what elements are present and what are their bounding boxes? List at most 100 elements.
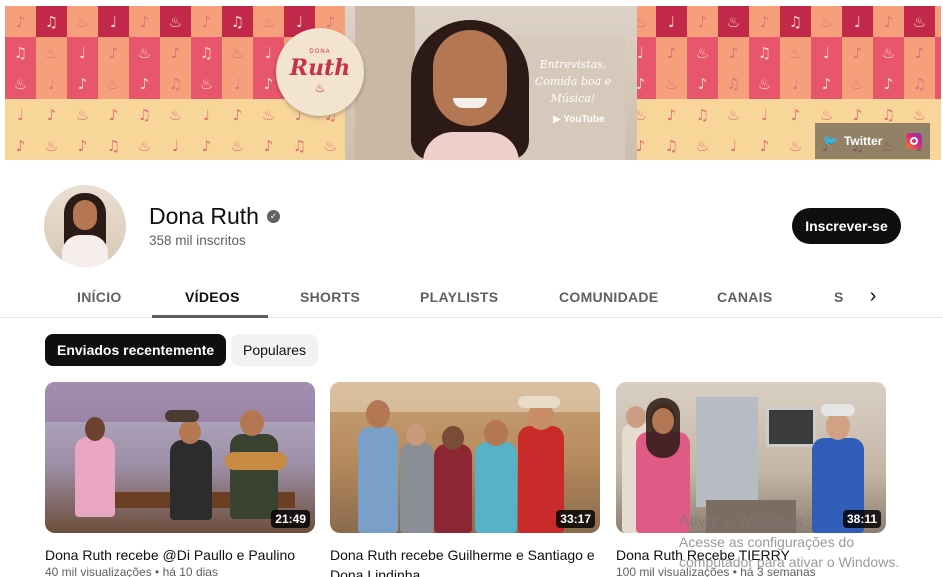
tab-playlists[interactable]: PLAYLISTS xyxy=(420,276,498,318)
banner-tile-icon: ♪ xyxy=(129,6,160,37)
banner-tile-icon: ♪ xyxy=(67,130,98,160)
banner-tile-icon: ♪ xyxy=(904,37,935,68)
banner-tile-icon: ♩ xyxy=(160,130,191,160)
logo-name-text: Ruth xyxy=(289,55,351,81)
video-meta: 40 mil visualizações • há 10 dias xyxy=(45,565,218,577)
banner-tile-icon: ♩ xyxy=(842,6,873,37)
banner-tile-icon: ♨ xyxy=(67,99,98,130)
banner-tagline: Entrevistas, Comida boa e Música! xyxy=(534,58,612,105)
banner-tile-icon: ♨ xyxy=(98,68,129,99)
banner-tile-icon: ♫ xyxy=(160,68,191,99)
banner-tile-icon: ♪ xyxy=(873,68,904,99)
banner-host-photo xyxy=(405,14,535,160)
chevron-right-icon[interactable]: › xyxy=(858,276,888,316)
chip-popular[interactable]: Populares xyxy=(231,334,319,366)
banner-tile-icon: ♫ xyxy=(718,68,749,99)
twitter-link[interactable]: Twitter xyxy=(844,134,882,148)
banner-tile-icon: ♩ xyxy=(67,37,98,68)
banner-tile-icon: ♫ xyxy=(284,130,315,160)
banner-tile-icon: ♫ xyxy=(129,99,160,130)
banner-tile-icon: ♩ xyxy=(191,99,222,130)
banner-tile-icon: ♪ xyxy=(873,6,904,37)
banner-tile-icon: ♨ xyxy=(904,6,935,37)
banner-tile-icon: ♨ xyxy=(935,68,941,99)
banner-tile-icon: ♪ xyxy=(749,6,780,37)
instagram-icon[interactable] xyxy=(906,133,922,149)
twitter-bird-icon[interactable]: 🐦 xyxy=(823,134,838,148)
banner-tile-icon: ♨ xyxy=(687,130,718,160)
banner-tile-icon: ♨ xyxy=(253,6,284,37)
channel-name: Dona Ruth ✓ xyxy=(149,203,280,230)
banner-tile-icon: ♪ xyxy=(98,37,129,68)
banner-tile-icon: ♪ xyxy=(253,130,284,160)
banner-tile-icon: ♩ xyxy=(935,99,941,130)
active-tab-indicator xyxy=(152,315,268,318)
banner-tile-icon: ♨ xyxy=(5,68,36,99)
video-thumbnail[interactable]: 21:49 xyxy=(45,382,315,533)
subscribe-button[interactable]: Inscrever-se xyxy=(792,208,901,244)
banner-tile-icon: ♩ xyxy=(811,37,842,68)
tab-inicio[interactable]: INÍCIO xyxy=(77,276,122,318)
banner-tile-icon: ♪ xyxy=(36,99,67,130)
banner-tile-icon: ♫ xyxy=(222,6,253,37)
banner-tile-icon: ♫ xyxy=(191,37,222,68)
banner-tile-icon: ♨ xyxy=(656,68,687,99)
banner-tile-icon: ♨ xyxy=(67,6,98,37)
banner-tile-icon: ♨ xyxy=(36,37,67,68)
banner-tile-icon: ♪ xyxy=(98,99,129,130)
tab-canais[interactable]: CANAIS xyxy=(717,276,772,318)
banner-tile-icon: ♫ xyxy=(687,99,718,130)
banner-tile-icon: ♫ xyxy=(36,6,67,37)
banner-tile-icon: ♪ xyxy=(687,68,718,99)
subscriber-count: 358 mil inscritos xyxy=(149,233,246,248)
banner-tile-icon: ♪ xyxy=(811,68,842,99)
tab-sobre[interactable]: S xyxy=(834,276,844,318)
banner-tile-icon: ♪ xyxy=(935,6,941,37)
banner-tile-icon: ♨ xyxy=(222,37,253,68)
banner-tile-icon: ♨ xyxy=(160,99,191,130)
video-title[interactable]: Dona Ruth recebe Guilherme e Santiago e … xyxy=(330,545,600,577)
banner-tile-icon: ♨ xyxy=(718,99,749,130)
video-thumbnail[interactable]: 33:17 xyxy=(330,382,600,533)
banner-tile-icon: ♪ xyxy=(191,130,222,160)
banner-tile-icon: ♪ xyxy=(5,130,36,160)
banner-tile-icon: ♪ xyxy=(656,37,687,68)
banner-tile-icon: ♫ xyxy=(5,37,36,68)
channel-name-text: Dona Ruth xyxy=(149,203,259,229)
video-duration: 21:49 xyxy=(271,510,310,528)
channel-tabs: INÍCIO VÍDEOS SHORTS PLAYLISTS COMUNIDAD… xyxy=(0,276,943,318)
banner-tile-icon: ♨ xyxy=(718,6,749,37)
banner-tile-icon: ♨ xyxy=(222,130,253,160)
tab-comunidade[interactable]: COMUNIDADE xyxy=(559,276,658,318)
banner-tile-icon: ♨ xyxy=(749,68,780,99)
tab-shorts[interactable]: SHORTS xyxy=(300,276,360,318)
banner-tile-icon: ♨ xyxy=(780,37,811,68)
video-thumbnail[interactable]: 38:11 xyxy=(616,382,886,533)
banner-tile-icon: ♫ xyxy=(98,130,129,160)
banner-tile-icon: ♨ xyxy=(780,130,811,160)
banner-tile-icon: ♪ xyxy=(67,68,98,99)
video-card[interactable]: 21:49 Dona Ruth recebe @Di Paullo e Paul… xyxy=(45,382,315,577)
banner-tile-icon: ♪ xyxy=(191,6,222,37)
banner-tile-icon: ♩ xyxy=(780,68,811,99)
chip-recent[interactable]: Enviados recentemente xyxy=(45,334,227,366)
youtube-logo: ▶ YouTube xyxy=(553,114,605,125)
banner-tile-icon: ♪ xyxy=(160,37,191,68)
banner-tile-icon: ♨ xyxy=(873,37,904,68)
channel-avatar[interactable] xyxy=(44,185,126,267)
banner-tile-icon: ♪ xyxy=(718,37,749,68)
tab-videos[interactable]: VÍDEOS xyxy=(185,276,240,318)
banner-tile-icon: ♨ xyxy=(160,6,191,37)
banner-social-links[interactable]: 🐦 Twitter xyxy=(815,123,930,159)
banner-tile-icon: ♫ xyxy=(656,130,687,160)
video-card[interactable]: 33:17 Dona Ruth recebe Guilherme e Santi… xyxy=(330,382,600,577)
banner-tile-icon: ♫ xyxy=(935,37,941,68)
banner-tile-icon: ♨ xyxy=(253,99,284,130)
banner-tile-icon: ♪ xyxy=(780,99,811,130)
banner-tile-icon: ♨ xyxy=(36,130,67,160)
channel-banner: ♪♫♨♩♪♨♪♫♨♩♪♨♩♪♨♪♫♨♩♪♨♪♫♨♩♪♨♪♫♨♩♪♨♩♪♨♪♫♨♩… xyxy=(5,6,941,160)
dona-ruth-logo: DONA Ruth ♨ xyxy=(276,28,364,116)
banner-tile-icon: ♩ xyxy=(36,68,67,99)
banner-tile-icon: ♪ xyxy=(842,37,873,68)
banner-tile-icon: ♩ xyxy=(656,6,687,37)
